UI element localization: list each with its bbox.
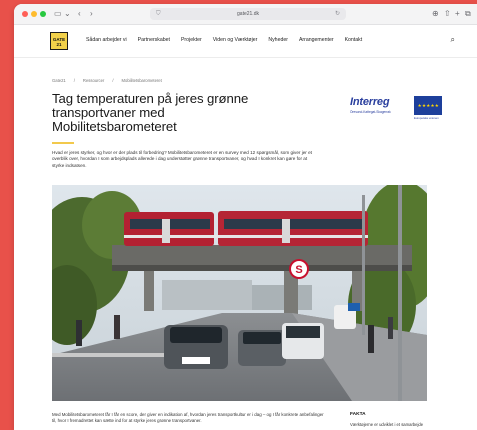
body-paragraph: Med Mobilitetsbarometeret får I får en s… xyxy=(52,412,324,423)
title-underline xyxy=(52,142,74,144)
nav-link-viden-og-vaerktoejer[interactable]: Viden og Værktøjer xyxy=(213,37,258,43)
nav-link-saadan-arbejder-vi[interactable]: Sådan arbejder vi xyxy=(86,37,127,43)
street-train-photo: S xyxy=(52,185,427,401)
fakta-text: Værktøjerne er udviklet i et samarbejde xyxy=(350,422,424,427)
nav-links: Sådan arbejder vi Partnerskabet Projekte… xyxy=(86,37,373,43)
nav-link-arrangementer[interactable]: Arrangementer xyxy=(299,37,334,43)
chevron-down-icon[interactable]: ⌄ xyxy=(64,8,71,20)
sidebar-toggle-icon[interactable]: ▭ xyxy=(54,8,62,20)
nav-link-kontakt[interactable]: Kontakt xyxy=(345,37,363,43)
nav-link-nyheder[interactable]: Nyheder xyxy=(268,37,288,43)
new-tab-icon[interactable]: + xyxy=(455,8,460,20)
back-icon[interactable]: ‹ xyxy=(78,8,81,20)
url-text: gate21.dk xyxy=(237,11,259,17)
browser-toolbar: ▭ ⌄ ‹ › ⛉ gate21.dk ↻ ⊕ ⇧ + ⧉ xyxy=(14,4,477,25)
address-bar[interactable]: ⛉ gate21.dk ↻ xyxy=(150,8,346,20)
forward-icon[interactable]: › xyxy=(90,8,93,20)
minimize-window-button[interactable] xyxy=(31,11,37,17)
search-icon[interactable]: ⌕ xyxy=(451,35,455,45)
eu-caption: Europeiska unionen xyxy=(414,116,439,120)
gate21-logo[interactable]: GATE 21 xyxy=(50,32,68,50)
close-window-button[interactable] xyxy=(22,11,28,17)
s-train-sign: S xyxy=(295,264,302,276)
browser-window: ▭ ⌄ ‹ › ⛉ gate21.dk ↻ ⊕ ⇧ + ⧉ GATE 21 Så… xyxy=(14,4,477,430)
interreg-wordmark: Interreg xyxy=(350,96,390,108)
interreg-logo: Interreg Öresund-Kattegat-Skagerrak ★ ★ … xyxy=(350,96,442,122)
breadcrumb-item-current: Mobilitetsbarometeret xyxy=(121,78,162,83)
tab-overview-icon[interactable]: ⧉ xyxy=(465,8,471,20)
fakta-heading: FAKTA xyxy=(350,412,366,417)
page-title: Tag temperaturen på jeres grønne transpo… xyxy=(52,91,249,134)
shield-icon: ⛉ xyxy=(156,11,161,17)
intro-paragraph: Hvad er jeres styrker, og hvor er der pl… xyxy=(52,150,312,168)
breadcrumb: Gate21/Ressourcer / Mobilitetsbarometeret xyxy=(52,78,162,83)
share-icon[interactable]: ⇧ xyxy=(444,8,451,20)
eu-flag-icon: ★ ★ ★ ★ ★ xyxy=(414,96,442,115)
breadcrumb-item-gate21[interactable]: Gate21 xyxy=(52,78,66,83)
reload-icon[interactable]: ↻ xyxy=(335,8,340,20)
site-navigation: GATE 21 Sådan arbejder vi Partnerskabet … xyxy=(14,25,477,58)
breadcrumb-item-ressourcer[interactable]: Ressourcer xyxy=(83,78,104,83)
download-icon[interactable]: ⊕ xyxy=(432,8,439,20)
nav-link-projekter[interactable]: Projekter xyxy=(181,37,202,43)
nav-link-partnerskabet[interactable]: Partnerskabet xyxy=(138,37,170,43)
maximize-window-button[interactable] xyxy=(40,11,46,17)
interreg-program: Öresund-Kattegat-Skagerrak xyxy=(350,110,391,114)
hero-image: S xyxy=(52,185,427,401)
